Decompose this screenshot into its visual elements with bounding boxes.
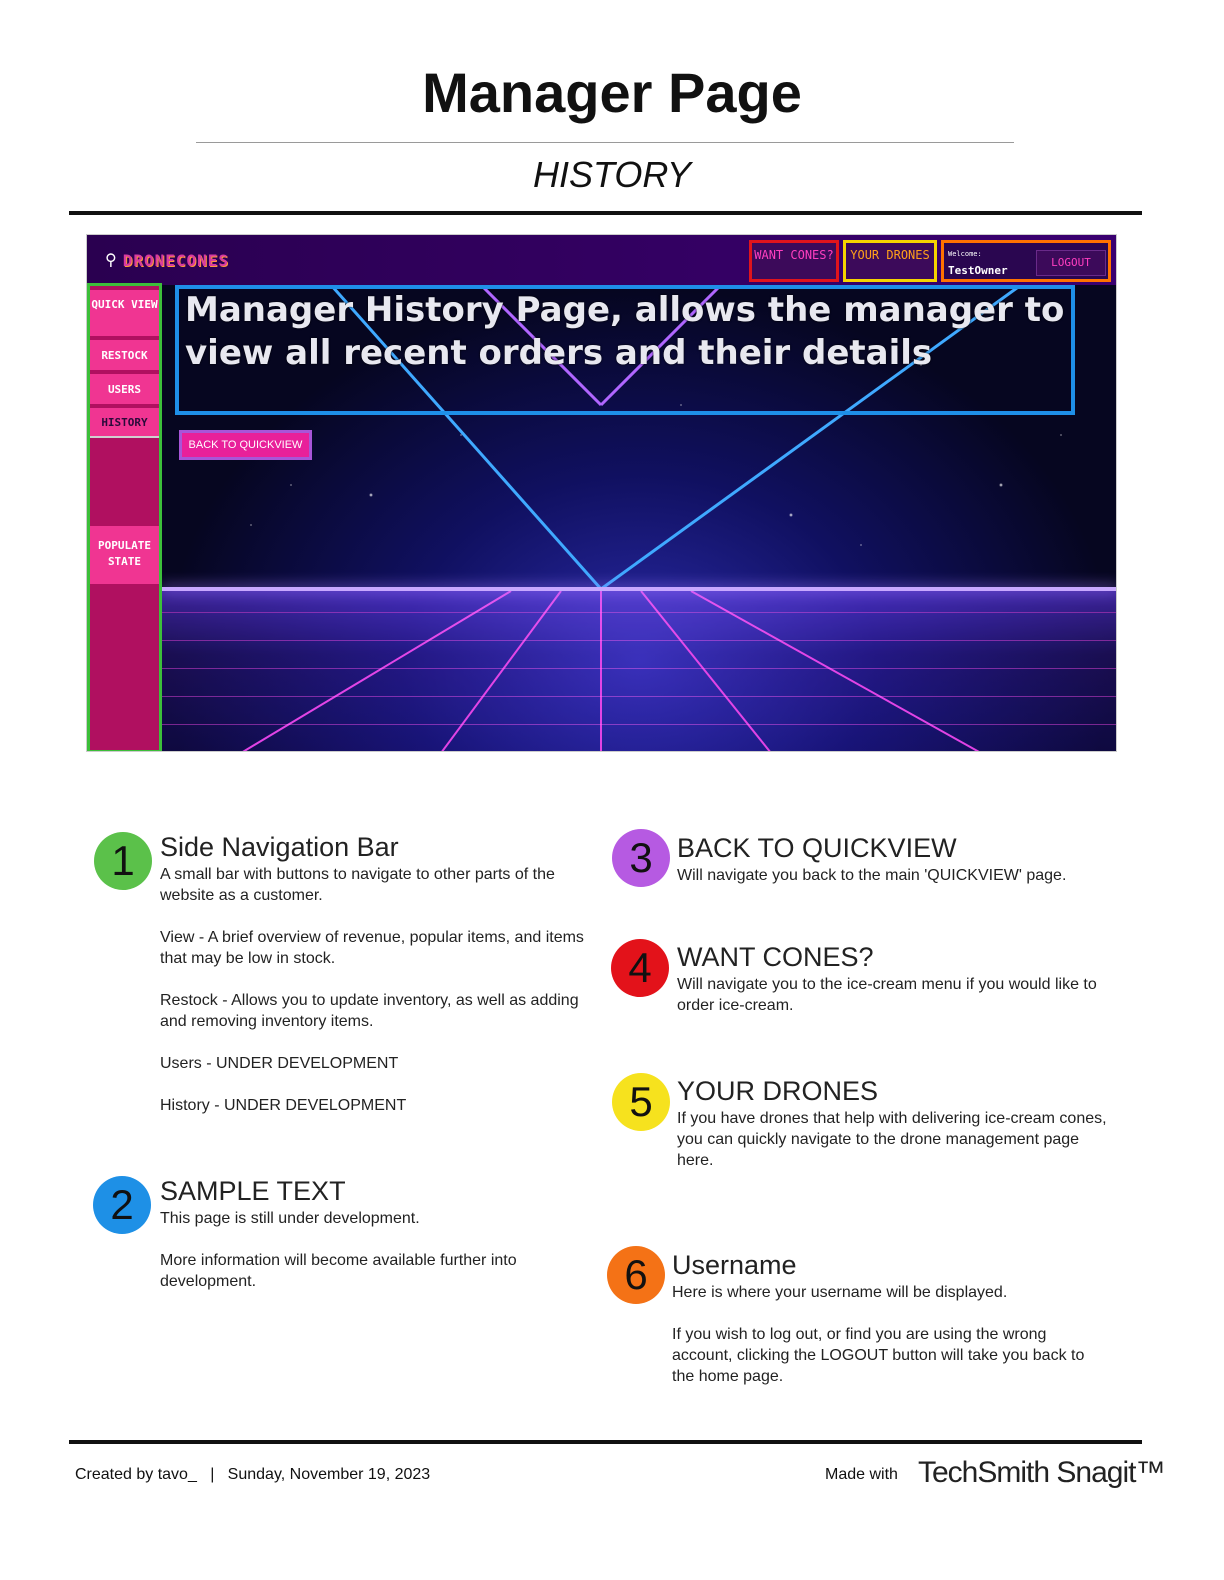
welcome-label: Welcome: [948,250,982,258]
legend-title: BACK TO QUICKVIEW [677,833,957,863]
legend-number-4: 4 [611,939,669,997]
legend-body: Will navigate you to the ice-cream menu … [677,974,1107,1037]
user-panel: Welcome: TestOwner LOGOUT [941,240,1111,282]
side-navigation-bar: QUICK VIEW RESTOCK USERS HISTORY POPULAT… [87,283,162,751]
legend-paragraph: More information will become available f… [160,1252,517,1290]
legend-title: WANT CONES? [677,942,874,972]
legend-body: A small bar with buttons to navigate to … [160,864,605,1137]
want-cones-button[interactable]: WANT CONES? [749,240,839,282]
legend-title: YOUR DRONES [677,1076,879,1106]
legend-paragraph: If you wish to log out, or find you are … [672,1326,1085,1385]
legend-number-2: 2 [93,1176,151,1234]
page-headline: Manager History Page, allows the manager… [185,290,1065,373]
made-with-label: Made with [825,1466,898,1483]
username-label: TestOwner [948,264,1008,277]
legend-paragraph: A small bar with buttons to navigate to … [160,866,555,904]
app-logo[interactable]: ⚲ DRONECONES [105,251,229,270]
legend-title: SAMPLE TEXT [160,1176,346,1206]
header-divider [69,211,1142,215]
legend-paragraph: Here is where your username will be disp… [672,1284,1008,1301]
legend-paragraph: Will navigate you back to the main 'QUIC… [677,867,1067,884]
sidebar-item-users[interactable]: USERS [90,374,159,404]
headline-highlight: Manager History Page, allows the manager… [175,285,1075,415]
snagit-logo: TechSmith Snagit™ [918,1456,1165,1489]
legend-body: If you have drones that help with delive… [677,1108,1112,1192]
title-divider [196,142,1014,143]
annotated-screenshot: ⚲ DRONECONES WANT CONES? YOUR DRONES Wel… [86,234,1117,752]
legend-paragraph: Users - UNDER DEVELOPMENT [160,1055,399,1072]
legend-paragraph: History - UNDER DEVELOPMENT [160,1097,407,1114]
page-subtitle: HISTORY [532,154,692,195]
logout-button[interactable]: LOGOUT [1036,250,1106,276]
sidebar-item-restock[interactable]: RESTOCK [90,340,159,370]
legend-body: Will navigate you back to the main 'QUIC… [677,865,1127,907]
sidebar-item-quick-view[interactable]: QUICK VIEW [90,290,159,336]
logo-text: DRONECONES [122,251,230,270]
legend-paragraph: Restock - Allows you to update inventory… [160,992,579,1030]
legend-title: Side Navigation Bar [160,832,399,862]
sidebar-item-history[interactable]: HISTORY [90,408,159,438]
legend-number-6: 6 [607,1246,665,1304]
legend-number-3: 3 [612,829,670,887]
neon-grid-floor [161,589,1116,751]
back-to-quickview-button[interactable]: BACK TO QUICKVIEW [179,430,312,460]
app-header: ⚲ DRONECONES WANT CONES? YOUR DRONES Wel… [87,235,1116,285]
ice-cream-icon: ⚲ [105,251,117,269]
legend-number-1: 1 [94,832,152,890]
legend-paragraph: View - A brief overview of revenue, popu… [160,929,584,967]
your-drones-button[interactable]: YOUR DRONES [843,240,937,282]
legend-paragraph: If you have drones that help with delive… [677,1110,1107,1169]
legend-paragraph: This page is still under development. [160,1210,420,1227]
legend-paragraph: Will navigate you to the ice-cream menu … [677,976,1097,1014]
legend-body: This page is still under development. Mo… [160,1208,580,1313]
horizon-line [161,587,1116,591]
legend-number-5: 5 [612,1073,670,1131]
footer-divider [69,1440,1142,1444]
footer-credit: Created by tavo_ | Sunday, November 19, … [75,1466,431,1483]
legend-title: Username [672,1250,797,1280]
page-title: Manager Page [422,61,802,124]
sidebar-item-populate-state[interactable]: POPULATE STATE [90,526,159,584]
legend-body: Here is where your username will be disp… [672,1282,1102,1408]
